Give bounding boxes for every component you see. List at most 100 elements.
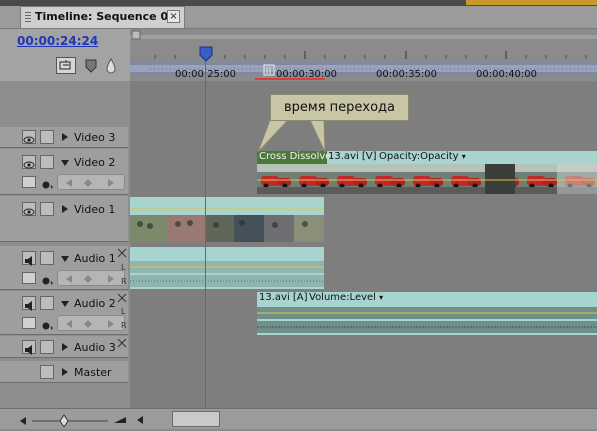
track-area[interactable] [130,81,597,408]
audio-channel-icon [117,248,127,258]
audio1-left-channel: L [121,263,126,272]
lock-track-toggle[interactable] [40,130,54,144]
tab-grip-icon[interactable] [25,12,31,24]
collapse-triangle-icon[interactable] [61,160,69,166]
track-name-audio3: Audio 3 [74,341,116,354]
audio2-clip-name: 13.avi [A] [259,292,308,303]
lock-track-toggle[interactable] [40,365,54,379]
audio2-left-channel: L [121,307,126,316]
keyframe-navigator[interactable] [57,270,125,286]
track-header-master: Master [0,361,128,383]
track-header-video2: Video 2 [0,149,128,195]
lock-track-toggle[interactable] [40,251,54,265]
ruler-label-30: 00:00:30:00 [276,69,338,80]
expand-triangle-icon[interactable] [62,133,68,141]
dropdown-arrow-icon: ▾ [379,293,384,302]
top-accent [466,0,597,5]
show-keyframes-button[interactable] [40,176,54,189]
video1-clip[interactable] [130,197,324,242]
zoom-slider[interactable] [18,411,128,427]
video2-effect-label: Opacity:Opacity [379,151,459,162]
video2-thumbnails [257,164,597,194]
ruler-label-40: 00:00:40:00 [476,69,538,80]
collapse-triangle-icon[interactable] [61,301,69,307]
expand-triangle-icon[interactable] [62,368,68,376]
audio2-effect-dropdown[interactable]: Volume:Level ▾ [309,292,383,303]
toggle-output-button[interactable] [22,155,36,169]
toggle-output-button[interactable] [22,202,36,216]
lock-track-toggle[interactable] [40,340,54,354]
keyframe-navigator[interactable] [57,174,125,190]
toggle-output-button[interactable] [22,130,36,144]
scroll-left-button[interactable] [135,412,145,426]
keyframe-diamond-icon [42,181,53,189]
audio2-right-channel: R [121,321,127,330]
ruler-label-35: 00:00:35:00 [376,69,438,80]
lock-track-toggle[interactable] [40,155,54,169]
track-header-video3: Video 3 [0,127,128,148]
transition-time-callout: время перехода [270,94,409,121]
audio-channel-icon [117,338,127,348]
audio1-right-channel: R [121,277,127,286]
collapse-triangle-icon[interactable] [61,256,69,262]
snap-button[interactable] [56,57,76,74]
track-header-video1: Video 1 [0,196,128,242]
lock-track-toggle[interactable] [40,202,54,216]
drop-icon [106,58,116,74]
track-header-audio1: Audio 1 [0,246,128,290]
callout-pointer [258,120,326,153]
video1-frames [130,197,324,242]
keyframe-nav-icons [66,179,114,187]
expand-triangle-icon[interactable] [62,205,68,213]
audio-channel-icon [117,293,127,303]
display-style-icon[interactable] [22,176,36,188]
keyframe-diamond-icon [42,322,53,330]
track-name-video3: Video 3 [74,131,116,144]
keyframe-button[interactable] [105,57,117,74]
waveform-display-icon[interactable] [22,272,36,284]
track-header-audio3: Audio 3 [0,336,128,358]
eye-icon [23,161,35,169]
playhead-line [205,62,206,408]
speaker-icon [25,256,32,266]
speaker-icon [25,345,32,355]
keyframe-navigator[interactable] [57,315,125,331]
video2-effect-dropdown[interactable]: Opacity:Opacity ▾ [379,151,466,162]
toggle-audio-button[interactable] [22,340,36,355]
track-name-master: Master [74,366,112,379]
horizontal-scroll-thumb[interactable] [172,411,220,427]
track-name-video2: Video 2 [74,156,116,169]
eye-icon [23,136,35,144]
expand-triangle-icon[interactable] [62,343,68,351]
show-keyframes-button[interactable] [40,317,54,330]
tab-title: Timeline: Sequence 01 [35,10,176,23]
audio2-clip[interactable]: 13.avi [A] Volume:Level ▾ [257,292,597,335]
keyframe-nav-icons [66,275,114,283]
toggle-audio-button[interactable] [22,296,36,311]
keyframe-nav-icons [66,320,114,328]
close-tab-button[interactable]: × [167,10,180,23]
track-name-video1: Video 1 [74,203,116,216]
audio1-clip[interactable] [130,247,324,289]
zoom-scroll-bar [0,408,597,429]
playhead-icon [199,46,213,62]
eye-icon [23,208,35,216]
audio2-effect-label: Volume:Level [309,292,376,303]
audio1-waveform [130,261,324,287]
audio2-waveform [257,307,597,333]
track-name-audio1: Audio 1 [74,252,116,265]
show-keyframes-button[interactable] [40,272,54,285]
toggle-audio-button[interactable] [22,251,36,266]
dropdown-arrow-icon: ▾ [461,152,466,161]
marker-icon [85,59,97,73]
tab-timeline-sequence[interactable]: Timeline: Sequence 01 × [20,6,185,28]
speaker-icon [25,301,32,311]
snap-icon [59,60,71,70]
waveform-display-icon[interactable] [22,317,36,329]
track-name-audio2: Audio 2 [74,297,116,310]
playhead-handle[interactable] [199,45,213,63]
current-timecode[interactable]: 00:00:24:24 [17,34,98,48]
set-marker-button[interactable] [83,57,99,74]
track-header-audio2: Audio 2 [0,291,128,335]
lock-track-toggle[interactable] [40,296,54,310]
